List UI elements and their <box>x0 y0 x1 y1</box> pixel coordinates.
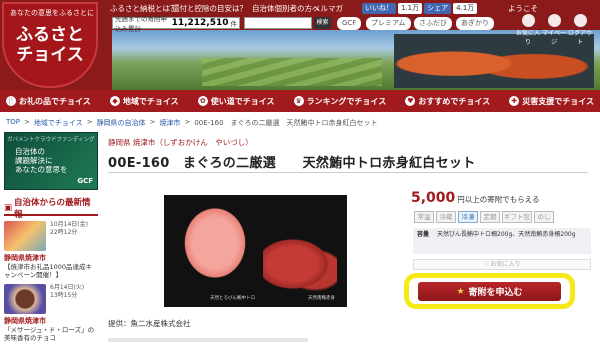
tag-frozen: 冷凍 <box>458 211 478 223</box>
spec-box: 容量 天然びん長鮪中トロ柵200g、天然南鮪赤身柵200g <box>413 228 591 254</box>
cross-icon: ✚ <box>509 96 520 106</box>
link-deduction[interactable]: 還付と控除の目安は？ <box>172 3 247 14</box>
tag-noshi: のし <box>534 211 554 223</box>
fork-icon: 🍴 <box>6 96 16 106</box>
site-header: あなたの意思をふるさとに ふるさと チョイス ふるさと納税とは？ 還付と控除の目… <box>0 0 600 90</box>
chip-safudabi[interactable]: さふだび <box>414 17 452 30</box>
spec-value: 天然びん長鮪中トロ柵200g、天然南鮪赤身柵200g <box>437 231 576 238</box>
favorite-button[interactable]: ♡ お気に入り <box>413 259 591 270</box>
spec-key: 容量 <box>417 231 430 238</box>
nav-usage[interactable]: ✿ 使い道でチョイス <box>197 96 275 107</box>
price: 5,000 円以上の寄附でもらえる <box>411 190 540 206</box>
breadcrumb-current: 00E-160 まぐろの二厳選 天然鮪中トロ赤身紅白セット <box>194 119 378 127</box>
donation-counter: 先週までの寄附申込み累計 11,212,510 件 <box>112 15 240 33</box>
nav-ranking[interactable]: ♛ ランキングでチョイス <box>293 96 386 107</box>
divider <box>108 172 588 173</box>
search-input[interactable] <box>244 17 312 29</box>
nav-recommend[interactable]: ♥ おすすめでチョイス <box>405 96 490 107</box>
social-share: いいね！ 1.1万 シェア 4.1万 <box>362 3 478 14</box>
apply-label: 寄附を申込む <box>468 288 523 298</box>
heart-icon: ♡ <box>483 261 489 268</box>
gcf-banner[interactable]: ガバメントクラウドファンディング 自治体の 課題解決に あなたの意思を GCF <box>4 132 98 190</box>
provider: 提供：魚二水産株式会社 <box>108 319 191 328</box>
product-location[interactable]: 静岡県 焼津市（しずおかけん やいづし） <box>108 137 588 148</box>
nav-region[interactable]: ◆ 地域でチョイス <box>109 96 179 107</box>
counter-value: 11,212,510 <box>171 18 229 28</box>
nav-gift[interactable]: 🍴 お礼の品でチョイス <box>6 96 91 107</box>
price-value: 5,000 <box>411 190 456 206</box>
share-button[interactable]: シェア <box>424 3 452 14</box>
sidebar: ガバメントクラウドファンディング 自治体の 課題解決に あなたの意思を GCF ▣ 自… <box>4 132 98 342</box>
breadcrumb-region[interactable]: 地域でチョイス <box>34 118 83 128</box>
flower-icon: ✿ <box>197 96 208 106</box>
news-item[interactable]: 10月14日(金) 22時12分 <box>4 221 98 251</box>
logout-icon[interactable]: ログアウト <box>567 14 593 46</box>
breadcrumb-city[interactable]: 焼津市 <box>159 118 180 128</box>
favorites-icon[interactable]: お気に入り <box>515 14 541 46</box>
news-body[interactable]: 「メサージュ・ド・ローズ」の美味香有のチョコ <box>4 326 98 342</box>
crown-icon: ♛ <box>293 96 304 106</box>
product-photo[interactable]: 天然とろびん鮪中トロ 天然南鮪赤身 <box>164 195 347 307</box>
news-pref[interactable]: 静岡県焼津市 <box>4 316 98 326</box>
news-thumb <box>4 221 46 251</box>
tag-refrigerated: 冷蔵 <box>436 211 456 223</box>
nav-disaster[interactable]: ✚ 災害支援でチョイス <box>509 96 594 107</box>
news-thumb <box>4 284 46 314</box>
product-title: 00E-160 まぐろの二厳選 天然鮪中トロ赤身紅白セット <box>108 156 476 171</box>
chip-gcf[interactable]: GCF <box>337 17 362 30</box>
news-heading: ▣ 自治体からの最新情報 <box>4 198 98 220</box>
chip-premium[interactable]: プレミアム <box>366 17 411 30</box>
link-mailmag[interactable]: メルマガ <box>313 3 343 14</box>
region-icon: ◆ <box>109 96 120 106</box>
site-logo[interactable]: あなたの意思をふるさとに ふるさと チョイス <box>2 2 98 88</box>
user-greeting: ようこそ <box>508 4 538 13</box>
apply-button[interactable]: ★ 寄附を申込む <box>418 282 561 301</box>
news-body[interactable]: 【焼津市お礼品1000品達成キャンペーン開催！】 <box>4 263 98 279</box>
tag-ambient: 常温 <box>414 211 434 223</box>
divider <box>108 338 308 342</box>
akami-block <box>263 233 337 295</box>
gcf-label: GCF <box>77 177 93 185</box>
star-icon: ★ <box>456 286 465 297</box>
tag-gift: ギフト包 <box>502 211 532 223</box>
photo-caption: 天然南鮪赤身 <box>308 296 335 301</box>
counter-label: 先週までの寄附申込み累計 <box>115 15 167 33</box>
price-suffix: 円以上の寄附でもらえる <box>457 195 540 204</box>
terraced-fields <box>202 58 382 86</box>
main-nav: 🍴 お礼の品でチョイス ◆ 地域でチョイス ✿ 使い道でチョイス ♛ ランキングでチョイ… <box>0 90 600 112</box>
breadcrumb: TOP > 地域でチョイス > 静岡県の自治体 > 焼津市 > 00E-160 まぐろの… <box>6 118 378 128</box>
product-header: 静岡県 焼津市（しずおかけん やいづし） 00E-160 まぐろの二厳選 天然鮪… <box>108 137 588 171</box>
breadcrumb-pref[interactable]: 静岡県の自治体 <box>97 118 146 128</box>
tag-regular: 定期 <box>480 211 500 223</box>
breadcrumb-top[interactable]: TOP <box>6 118 20 128</box>
like-button[interactable]: いいね！ <box>362 3 396 14</box>
counter-unit: 件 <box>230 20 238 28</box>
logo-line2: チョイス <box>16 45 84 65</box>
logo-tagline: あなたの意思をふるさとに <box>10 9 94 17</box>
heart-icon: ♥ <box>405 96 416 106</box>
mypage-icon[interactable]: マイページ <box>541 14 567 46</box>
chip-agikari[interactable]: あぎかり <box>456 17 494 30</box>
toro-slice <box>180 203 250 283</box>
like-count: 1.1万 <box>398 3 423 14</box>
search-button[interactable]: 検索 <box>314 17 331 29</box>
share-count: 4.1万 <box>453 3 478 14</box>
photo-caption: 天然とろびん鮪中トロ <box>210 296 255 301</box>
link-municipality[interactable]: 自治体個別者の方へ <box>252 3 320 14</box>
delivery-tags: 常温 冷蔵 冷凍 定期 ギフト包 のし <box>414 211 554 223</box>
news-pref[interactable]: 静岡県焼津市 <box>4 253 98 263</box>
news-item[interactable]: 6月14日(火) 13時15分 <box>4 284 98 314</box>
